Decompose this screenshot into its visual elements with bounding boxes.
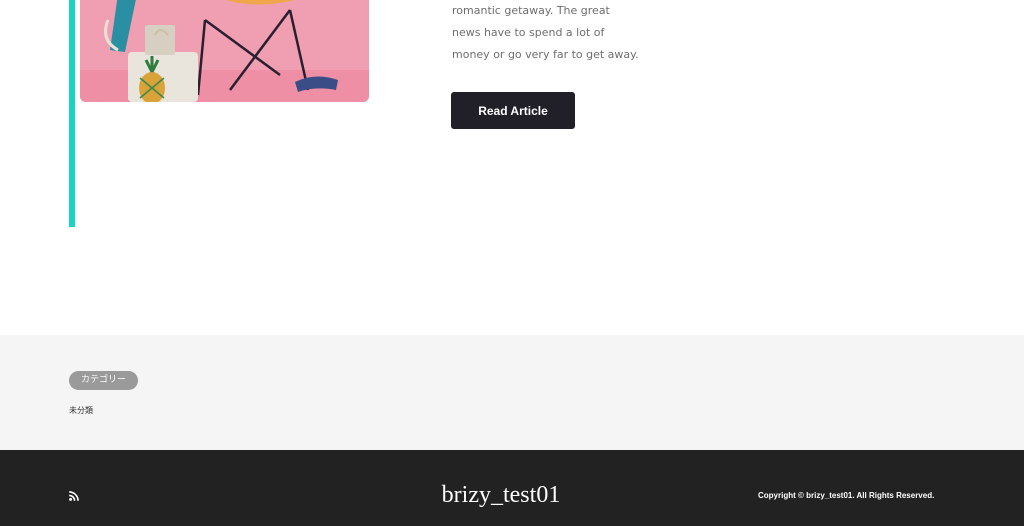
article-excerpt: romantic getaway. The great news have to…: [452, 0, 652, 66]
widget-title-badge: カテゴリー: [69, 371, 139, 390]
copyright-text: Copyright © brizy_test01. All Rights Res…: [758, 491, 935, 500]
read-article-button[interactable]: Read Article: [451, 92, 575, 129]
accent-bar: [69, 0, 75, 227]
site-footer: brizy_test01 Copyright © brizy_test01. A…: [0, 450, 1024, 526]
excerpt-line: money or go very far to get away.: [452, 48, 639, 61]
category-link[interactable]: 未分類: [69, 405, 93, 416]
excerpt-line: romantic getaway. The great: [452, 4, 610, 17]
category-widget: カテゴリー 未分類: [0, 335, 1024, 450]
article-featured-image[interactable]: [80, 0, 369, 102]
beach-chair-image: [80, 0, 369, 102]
excerpt-line: news have to spend a lot of: [452, 26, 605, 39]
